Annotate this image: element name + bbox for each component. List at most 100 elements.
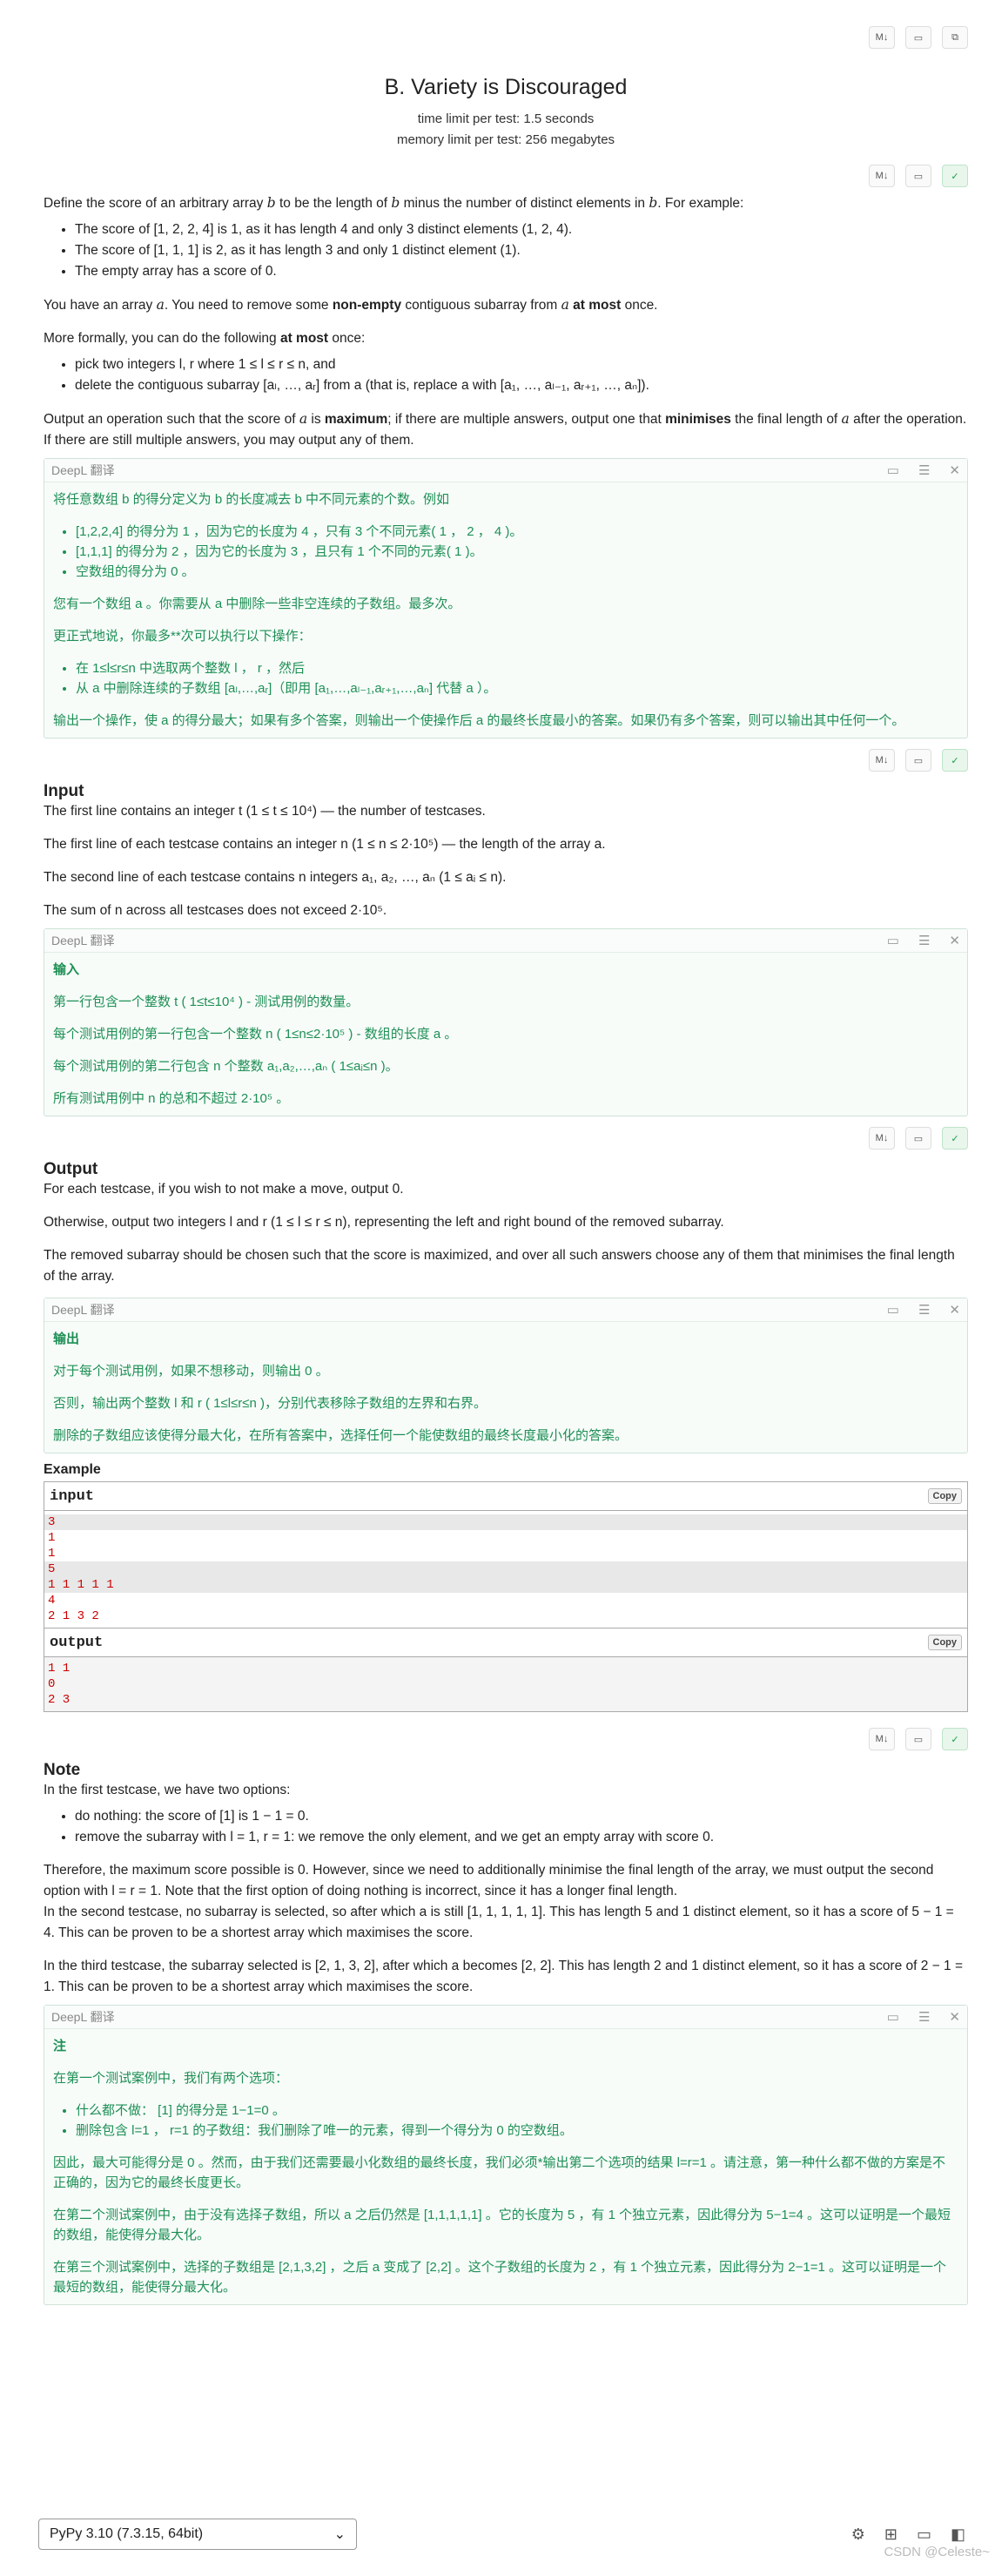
input-line: 1 <box>48 1531 56 1545</box>
note-para: In the third testcase, the subarray sele… <box>44 1959 964 1994</box>
deepl-text: 第一行包含一个整数 t ( 1≤t≤10⁴ ) - 测试用例的数量。 <box>53 995 360 1009</box>
copy-icon[interactable]: ▭ <box>887 1302 899 1318</box>
input-para: The first line contains an integer t (1 … <box>44 804 486 819</box>
menu-icon[interactable]: ☰ <box>918 1302 930 1318</box>
list-item: pick two integers l, r where 1 ≤ l ≤ r ≤… <box>75 354 968 375</box>
markdown-button[interactable]: M↓ <box>869 1127 895 1150</box>
deepl-translation-panel: DeepL 翻译 ▭ ☰ ✕ 将任意数组 b 的得分定义为 b 的长度减去 b … <box>44 458 968 738</box>
deepl-body: 输出 对于每个测试用例，如果不想移动，则输出 0 。 否则，输出两个整数 l 和… <box>44 1322 967 1453</box>
copy-button[interactable]: ▭ <box>905 26 931 49</box>
deepl-text: 将任意数组 b 的得分定义为 b 的长度减去 b 中不同元素的个数。例如 <box>53 492 450 507</box>
menu-icon[interactable]: ☰ <box>918 2009 930 2025</box>
language-select[interactable]: PyPy 3.10 (7.3.15, 64bit) ⌄ <box>38 2519 357 2550</box>
deepl-body: 注 在第一个测试案例中，我们有两个选项： 什么都不做： [1] 的得分是 1−1… <box>44 2029 967 2304</box>
deepl-label: DeepL 翻译 <box>51 1303 115 1317</box>
output-section: Output For each testcase, if you wish to… <box>44 1160 968 1287</box>
translate-done-button[interactable]: ✓ <box>942 165 968 187</box>
deepl-text: 删除的子数组应该使得分最大化，在所有答案中，选择任何一个能使数组的最终长度最小化… <box>53 1428 629 1443</box>
output-line: 1 1 <box>48 1662 71 1676</box>
clipboard-icon: ▭ <box>913 32 924 44</box>
copy-button[interactable]: ▭ <box>905 749 931 772</box>
markdown-button[interactable]: M↓ <box>869 165 895 187</box>
deepl-text: 在第三个测试案例中，选择的子数组是 [2,1,3,2] ，之后 a 变成了 [2… <box>53 2260 946 2295</box>
close-icon[interactable]: ✕ <box>949 1302 960 1318</box>
deepl-list-item: 删除包含 l=1 ， r=1 的子数组：我们删除了唯一的元素，得到一个得分为 0… <box>76 2121 958 2141</box>
deepl-list-item: 从 a 中删除连续的子数组 [aₗ,…,aᵣ]（即用 [a₁,…,aₗ₋₁,aᵣ… <box>76 678 958 698</box>
check-icon: ✓ <box>951 171 959 182</box>
deepl-list-item: 在 1≤l≤r≤n 中选取两个整数 l ， r ，然后 <box>76 658 958 678</box>
output-line: 2 3 <box>48 1693 71 1707</box>
statement: Define the score of an arbitrary array b… <box>44 192 968 451</box>
example-input: 3 1 1 5 1 1 1 1 1 4 2 1 3 2 <box>44 1511 967 1628</box>
clipboard-icon: ▭ <box>913 171 924 182</box>
memory-limit: memory limit per test: 256 megabytes <box>396 132 615 147</box>
input-title: Input <box>44 782 84 800</box>
close-icon[interactable]: ✕ <box>949 933 960 948</box>
output-para: Otherwise, output two integers l and r (… <box>44 1215 724 1230</box>
close-icon[interactable]: ✕ <box>949 462 960 478</box>
translate-done-button[interactable]: ✓ <box>942 1728 968 1750</box>
example-title: Example <box>44 1462 101 1477</box>
deepl-header: DeepL 翻译 ▭ ☰ ✕ <box>44 459 967 482</box>
deepl-body: 输入 第一行包含一个整数 t ( 1≤t≤10⁴ ) - 测试用例的数量。 每个… <box>44 953 967 1116</box>
list-item: The score of [1, 1, 1] is 2, as it has l… <box>75 240 968 261</box>
deepl-translation-panel: DeepL 翻译 ▭ ☰ ✕ 注 在第一个测试案例中，我们有两个选项： 什么都不… <box>44 2005 968 2305</box>
deepl-text: 所有测试用例中 n 的总和不超过 2·10⁵ 。 <box>53 1091 290 1106</box>
input-line: 2 1 3 2 <box>48 1609 99 1623</box>
copy-icon[interactable]: ▭ <box>887 933 899 948</box>
settings-icon[interactable]: ⚙ <box>851 2525 865 2544</box>
menu-icon[interactable]: ☰ <box>918 462 930 478</box>
input-para: The sum of n across all testcases does n… <box>44 903 387 918</box>
note-para: In the second testcase, no subarray is s… <box>44 1905 954 1940</box>
check-icon: ✓ <box>951 1734 959 1745</box>
deepl-text: 每个测试用例的第二行包含 n 个整数 a₁,a₂,…,aₙ ( 1≤aᵢ≤n )… <box>53 1059 399 1074</box>
list-item: delete the contiguous subarray [aₗ, …, a… <box>75 375 968 396</box>
menu-icon[interactable]: ☰ <box>918 933 930 948</box>
deepl-text: 输出一个操作，使 a 的得分最大；如果有多个答案，则输出一个使操作后 a 的最终… <box>53 713 905 728</box>
deepl-label: DeepL 翻译 <box>51 463 115 477</box>
copy-button[interactable]: ▭ <box>905 1127 931 1150</box>
markdown-button[interactable]: M↓ <box>869 749 895 772</box>
deepl-text: 您有一个数组 a 。你需要从 a 中删除一些非空连续的子数组。最多次。 <box>53 597 461 611</box>
copy-button[interactable]: ▭ <box>905 165 931 187</box>
output-line: 0 <box>48 1677 56 1691</box>
header-toolbar: M↓ ▭ ⧉ <box>44 24 968 51</box>
bottom-bar: PyPy 3.10 (7.3.15, 64bit) ⌄ ⚙ ⊞ ▭ ◧ <box>38 2515 965 2553</box>
list-item: do nothing: the score of [1] is 1 − 1 = … <box>75 1806 968 1827</box>
note-section: Note In the first testcase, we have two … <box>44 1761 968 1998</box>
copy-icon[interactable]: ▭ <box>887 2009 899 2025</box>
time-limit: time limit per test: 1.5 seconds <box>417 111 595 126</box>
check-icon: ✓ <box>951 1133 959 1144</box>
deepl-text: 否则，输出两个整数 l 和 r ( 1≤l≤r≤n )，分别代表移除子数组的左界… <box>53 1396 487 1411</box>
translate-done-button[interactable]: ✓ <box>942 749 968 772</box>
output-title: Output <box>44 1160 98 1178</box>
copy-button[interactable]: ▭ <box>905 1728 931 1750</box>
copy-input-button[interactable]: Copy <box>927 1488 962 1504</box>
input-para: The first line of each testcase contains… <box>44 837 606 852</box>
problem-title: B. Variety is Discouraged <box>384 75 628 99</box>
list-item: The empty array has a score of 0. <box>75 261 968 282</box>
layout-icon[interactable]: ⊞ <box>884 2525 898 2544</box>
deepl-heading: 输出 <box>53 1332 80 1346</box>
deepl-text: 更正式地说，你最多**次可以执行以下操作： <box>53 629 312 644</box>
translate-button[interactable]: ⧉ <box>942 26 968 49</box>
translate-done-button[interactable]: ✓ <box>942 1127 968 1150</box>
copy-icon[interactable]: ▭ <box>887 462 899 478</box>
list-item: remove the subarray with l = 1, r = 1: w… <box>75 1827 968 1848</box>
note-para: In the first testcase, we have two optio… <box>44 1783 291 1797</box>
copy-output-button[interactable]: Copy <box>927 1635 962 1650</box>
statement-para: Define the score of an arbitrary array b… <box>44 195 744 211</box>
deepl-list-item: 什么都不做： [1] 的得分是 1−1=0 。 <box>76 2101 958 2121</box>
example-box: input Copy 3 1 1 5 1 1 1 1 1 4 2 1 3 2 o… <box>44 1481 968 1712</box>
markdown-button[interactable]: M↓ <box>869 26 895 49</box>
deepl-text: 在第一个测试案例中，我们有两个选项： <box>53 2071 289 2086</box>
close-icon[interactable]: ✕ <box>949 2009 960 2025</box>
output-para: For each testcase, if you wish to not ma… <box>44 1182 404 1197</box>
clipboard-icon: ▭ <box>913 755 924 766</box>
panel-right-icon[interactable]: ◧ <box>951 2525 965 2544</box>
markdown-button[interactable]: M↓ <box>869 1728 895 1750</box>
panel-bottom-icon[interactable]: ▭ <box>917 2525 931 2544</box>
output-label: output <box>50 1634 104 1651</box>
operation-list: pick two integers l, r where 1 ≤ l ≤ r ≤… <box>44 354 968 396</box>
input-line: 1 1 1 1 1 <box>44 1577 967 1593</box>
